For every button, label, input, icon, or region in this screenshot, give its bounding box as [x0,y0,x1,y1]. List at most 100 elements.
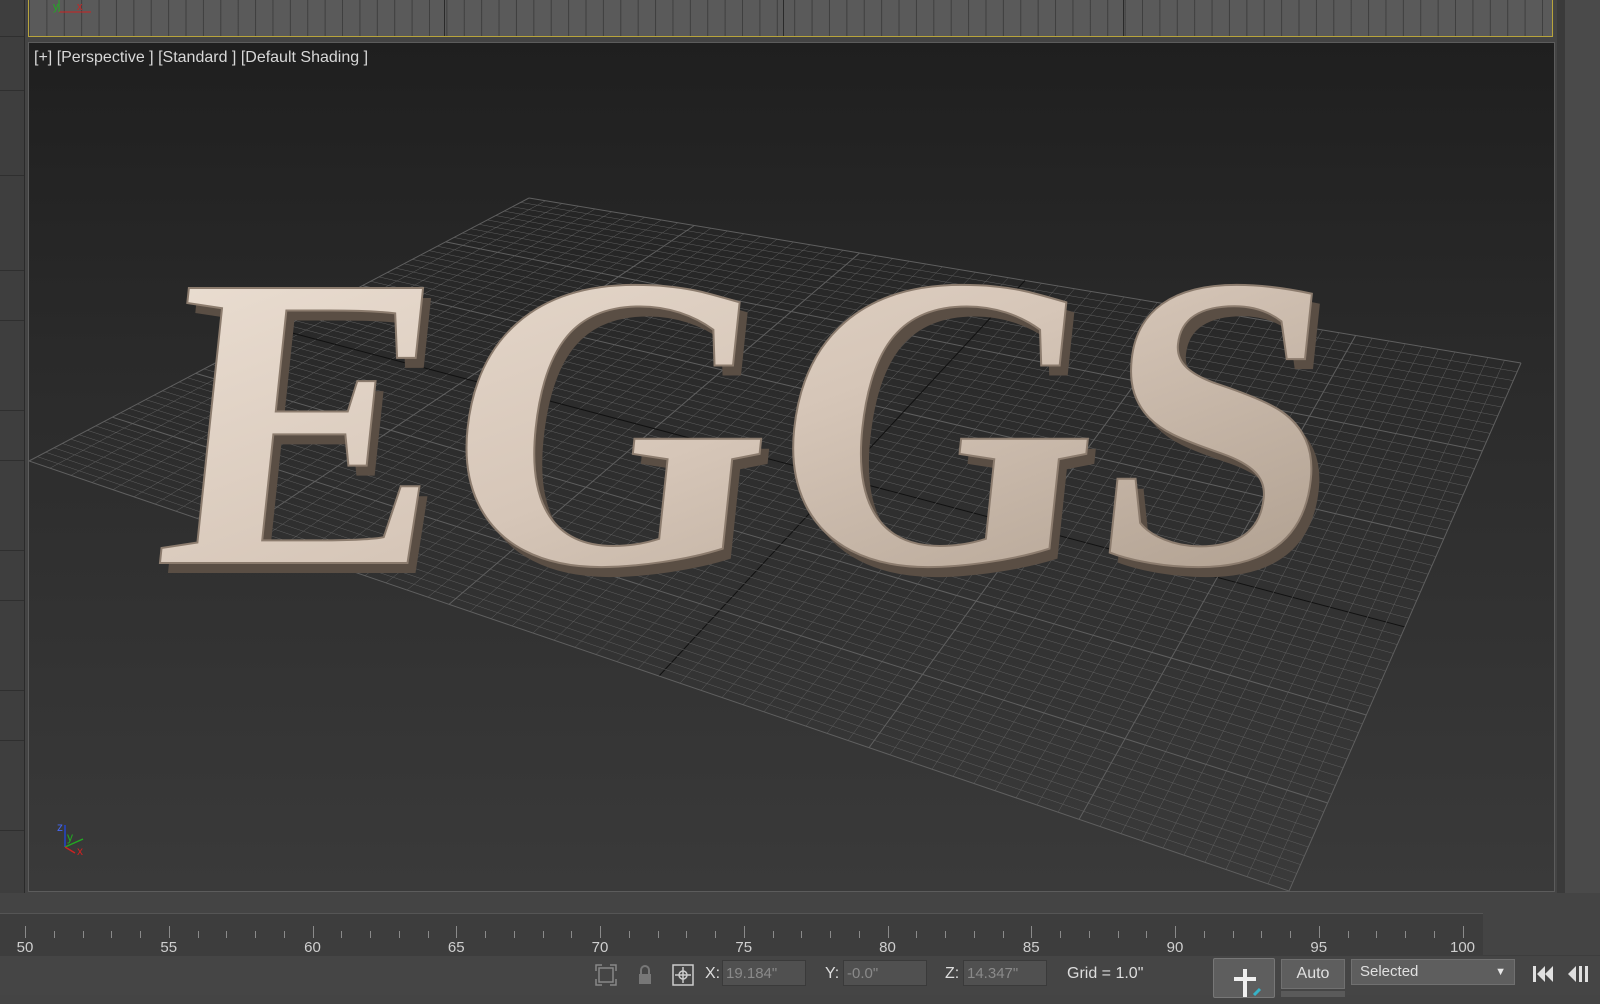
timeline-ruler[interactable]: 50 55 60 65 70 75 80 85 90 95 100 [0,913,1600,956]
top-viewport-axis-icon: y x [53,0,91,13]
top-viewport[interactable]: y x [28,0,1553,37]
y-coord-field[interactable]: -0.0" [843,960,927,986]
timeline-tick [312,926,314,938]
timeline-tick [485,931,486,938]
left-strip-divider [0,270,24,271]
timeline-tick [887,926,889,938]
left-strip-divider [0,830,24,831]
timeline-tick [945,931,946,938]
timeline-end-area [1483,913,1600,955]
viewport-scene[interactable]: EGGS EGGS z y x [29,43,1555,892]
y-coord-label: Y: [825,965,840,982]
left-strip-divider [0,410,24,411]
timeline-tick [1290,931,1291,938]
timeline-tick [370,931,371,938]
left-strip-divider [0,690,24,691]
timeline-tick [168,926,170,938]
timeline-tick [715,931,716,938]
timeline-tick [973,931,975,938]
z-coord-field[interactable]: 14.347" [963,960,1047,986]
lock-icon[interactable] [633,963,657,987]
timeline-tick [772,931,774,938]
previous-frame-icon[interactable] [1566,963,1592,985]
timeline-frame-label: 70 [591,939,609,956]
eggs-text-face: EGGS [143,190,1359,655]
timeline-tick [1117,931,1119,938]
left-strip-divider [0,320,24,321]
timeline-tick [1203,931,1205,938]
timeline-tick [916,931,918,938]
set-key-icon [1234,969,1262,997]
left-strip-divider [0,460,24,461]
viewport-renderer-menu[interactable]: [Standard ] [158,49,236,66]
axis-tripod-icon: z y x [57,820,84,858]
timeline-tick [82,931,84,938]
left-strip-divider [0,90,24,91]
timeline-tick [1462,926,1464,938]
timeline-tick [1433,931,1435,938]
timeline-tick [1232,931,1234,938]
timeline-tick [1376,931,1378,938]
left-strip-divider [0,600,24,601]
axis-z-label: z [57,820,63,834]
timeline-tick [858,931,860,938]
timeline-tick [398,931,400,938]
left-strip-divider [0,740,24,741]
timeline-tick [341,931,343,938]
timeline-tick [456,926,458,938]
timeline-tick [513,931,515,938]
viewport-general-menu[interactable]: [+] [34,49,52,66]
eggs-text-object[interactable]: EGGS EGGS [142,189,1367,665]
axis-y-label: y [67,830,73,844]
timeline-frame-label: 90 [1166,939,1184,956]
timeline-tick [743,926,745,938]
timeline-tick [657,931,659,938]
timeline-frame-label: 65 [447,939,465,956]
right-panel-edge [1557,0,1600,893]
absolute-mode-icon[interactable] [671,963,695,987]
timeline-frame-label: 85 [1022,939,1040,956]
timeline-tick [1318,926,1320,938]
timeline-tick [542,931,544,938]
timeline-tick [1405,931,1406,938]
timeline-frame-label: 75 [735,939,753,956]
perspective-viewport[interactable]: EGGS EGGS z y x [+] [Perspective ] [Stan… [28,42,1555,892]
timeline-tick [53,931,55,938]
top-viewport-grid-major [1123,0,1124,36]
timeline-tick [427,931,429,938]
status-bar: X: 19.184" Y: -0.0" Z: 14.347" Grid = 1.… [0,956,1600,998]
viewport-label-menu: [+] [Perspective ] [Standard ] [Default … [34,49,368,67]
top-axis-y-label: y [53,1,59,13]
timeline-tick [111,931,113,938]
timeline-tick [801,931,803,938]
timeline-tick [1060,931,1061,938]
axis-x-label: x [77,844,83,858]
x-coord-field[interactable]: 19.184" [722,960,806,986]
timeline-tick [255,931,256,938]
selection-frame-icon[interactable] [594,963,618,987]
viewport-shading-menu[interactable]: [Default Shading ] [241,49,368,66]
timeline-frame-label: 50 [16,939,34,956]
x-coord-label: X: [705,965,721,982]
timeline-tick [600,926,601,938]
auto-key-button[interactable]: Auto [1281,959,1345,989]
goto-start-icon[interactable] [1531,963,1555,985]
left-command-strip [0,0,25,893]
key-filter-dropdown[interactable]: Selected ▼ [1351,959,1515,985]
set-key-button[interactable] [1213,958,1275,998]
z-coord-label: Z: [945,965,960,982]
timeline-tick [1002,931,1004,938]
timeline-tick [1175,926,1176,938]
grid-size-label: Grid = 1.0" [1067,965,1144,982]
chevron-down-icon: ▼ [1495,966,1506,978]
viewport-point-of-view-menu[interactable]: [Perspective ] [57,49,154,66]
timeline-tick [571,931,573,938]
timeline-tick [1031,926,1033,938]
top-viewport-grid-major [783,0,784,36]
timeline-tick [140,931,141,938]
top-axis-x-label: x [77,1,83,13]
timeline-tick [1146,931,1148,938]
set-key-toggle[interactable] [1281,991,1345,997]
timeline-tick [197,931,199,938]
timeline-frame-label: 100 [1449,939,1476,956]
